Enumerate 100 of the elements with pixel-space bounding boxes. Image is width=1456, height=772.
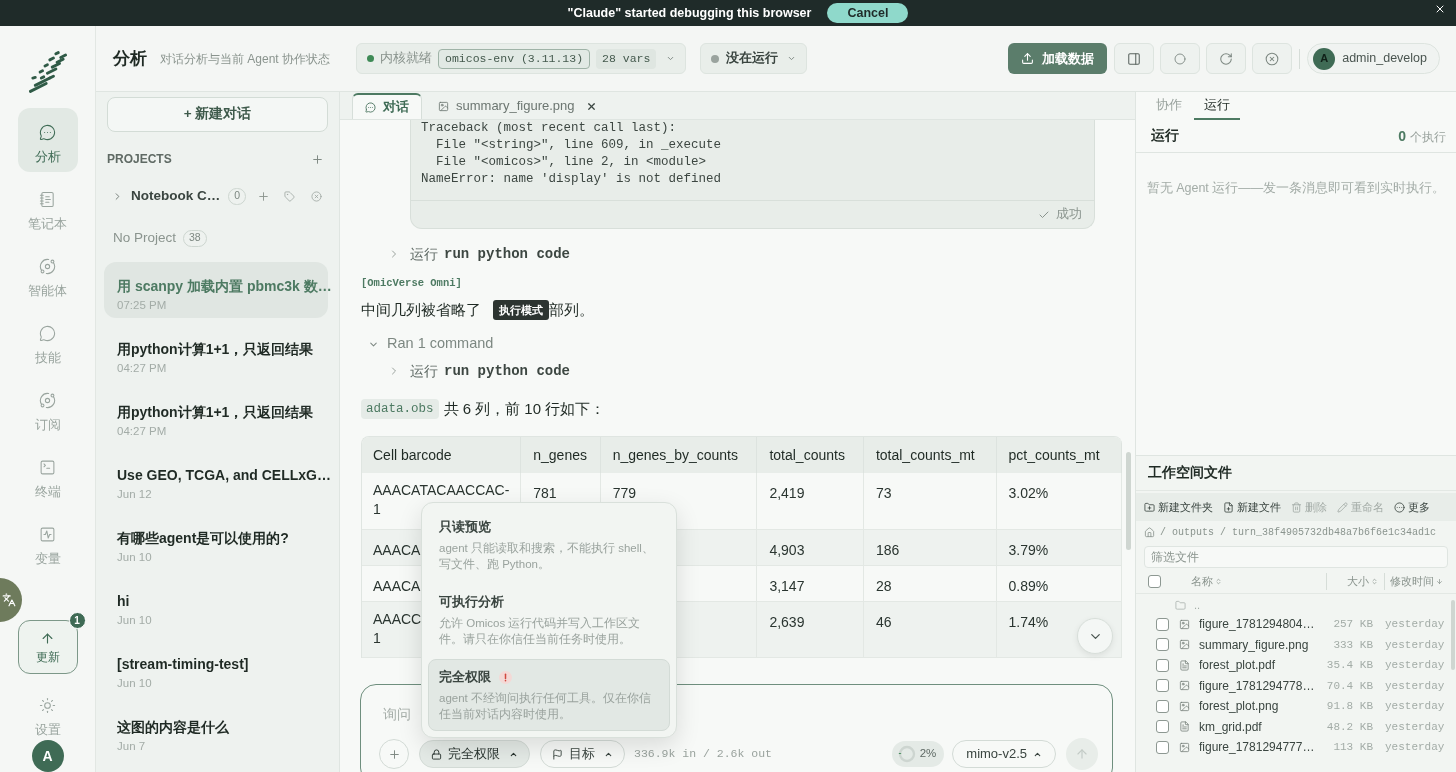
conversation-item[interactable]: 用python计算1+1，只返回结果 04:27 PM (104, 325, 328, 381)
table-cell: 3.79% (1008, 540, 1049, 560)
toolbar-button[interactable]: 更多 (1394, 498, 1430, 516)
flag-icon (552, 748, 563, 760)
select-all-checkbox[interactable] (1148, 575, 1161, 588)
conversation-item[interactable]: [stream-timing-test] Jun 10 (104, 640, 328, 696)
conversation-item[interactable]: hi Jun 10 (104, 577, 328, 633)
file-checkbox[interactable] (1156, 720, 1169, 734)
home-icon[interactable] (1144, 526, 1155, 538)
table-cell: 0.89% (1008, 576, 1049, 596)
message-text: 中间几列被省略了 (361, 299, 481, 320)
add-project-icon[interactable] (311, 152, 324, 166)
table-cell: AAACA (373, 576, 421, 596)
column-header: pct_counts_mt (1008, 447, 1100, 463)
table-cell: 3,147 (769, 576, 805, 596)
close-icon[interactable] (1434, 3, 1446, 15)
toolbar-button[interactable]: 新建文件 (1223, 498, 1281, 516)
page-subtitle: 对话分析与当前 Agent 协作状态 (160, 50, 331, 68)
file-name[interactable]: summary_figure.png (1199, 635, 1319, 654)
translate-icon (2, 593, 16, 607)
close-session-button[interactable] (1252, 43, 1293, 74)
table-cell: 46 (875, 612, 892, 632)
chart-icon (39, 526, 56, 543)
table-cell: 28 (875, 576, 892, 596)
load-data-button[interactable]: 加载数据 (1008, 43, 1108, 74)
column-header: total_counts (769, 447, 845, 463)
add-icon[interactable] (257, 189, 270, 203)
user-menu-button[interactable]: A admin_develop (1307, 43, 1440, 74)
kernel-status-text: 内核就绪 (380, 50, 433, 68)
refresh-button[interactable] (1206, 43, 1247, 74)
editor-tab[interactable]: 对话 (352, 93, 422, 119)
close-icon[interactable] (585, 100, 597, 112)
file-checkbox[interactable] (1156, 740, 1169, 754)
file-checkbox[interactable] (1156, 699, 1169, 713)
file-checkbox[interactable] (1156, 638, 1169, 652)
notebook-icon (39, 191, 56, 208)
file-checkbox[interactable] (1156, 679, 1169, 693)
close-icon (1265, 51, 1280, 66)
folder-plus-icon (1144, 501, 1155, 513)
file-name[interactable]: figure_1781294778… (1199, 676, 1319, 695)
file-plus-icon (1223, 501, 1234, 513)
panel-toggle-button[interactable] (1114, 43, 1155, 74)
file-size: 48.2 KB (1325, 719, 1373, 735)
cancel-button[interactable]: Cancel (827, 3, 909, 23)
column-header: n_genes_by_counts (612, 447, 738, 463)
file-modified: yesterday (1385, 658, 1445, 673)
file-checkbox[interactable] (1156, 658, 1169, 672)
table-cell: 779 (612, 484, 636, 503)
permission-option[interactable]: 完全权限 agent 不经询问执行任何工具。仅在你信任当前对话内容时使用。 (428, 659, 670, 731)
column-header: Cell barcode (373, 447, 452, 463)
conversation-item[interactable]: Use GEO, TCGA, and CELLxG… Jun 12 (104, 451, 328, 507)
document-icon (1179, 721, 1190, 733)
banner-text: "Claude" started debugging this browser (567, 4, 812, 22)
trash-icon (1291, 501, 1302, 513)
file-modified: yesterday (1385, 740, 1445, 755)
file-checkbox[interactable] (1156, 617, 1169, 631)
user-avatar[interactable]: A (31, 740, 64, 772)
scrollbar-thumb (1451, 600, 1455, 670)
table-cell: 4,903 (769, 540, 805, 560)
table-cell: 186 (875, 540, 900, 560)
user-avatar: A (1313, 47, 1336, 70)
permission-option[interactable]: 可执行分析 允许 Omicos 运行代码并写入工作区文件。请只在你信任当前任务时使用。 (428, 584, 670, 656)
chat-bubble-icon (39, 124, 56, 141)
column-header: total_counts_mt (875, 447, 975, 463)
file-modified: yesterday (1385, 678, 1445, 694)
table-cell: AAACC 1 (373, 609, 422, 648)
file-name[interactable]: forest_plot.png (1199, 697, 1319, 716)
panel-tab[interactable]: 运行 (1194, 92, 1240, 120)
chat-bubble-icon (39, 325, 56, 342)
circle-icon (1174, 52, 1187, 65)
notification-badge: 1 (68, 612, 86, 629)
toolbar-button[interactable]: 新建文件夹 (1144, 498, 1213, 516)
page-title: 分析 (113, 47, 147, 70)
kernel-status-bar[interactable]: 内核就绪 omicos-env (3.11.13) 28 vars (356, 43, 687, 74)
file-name[interactable]: forest_plot.pdf (1199, 656, 1319, 675)
file-name[interactable]: figure_1781294804… (1199, 615, 1319, 634)
new-chat-button[interactable]: + 新建对话 (107, 97, 328, 132)
file-size: 333 KB (1332, 637, 1373, 653)
rail-nav-item[interactable]: 分析 (17, 108, 78, 172)
file-name[interactable]: figure_1781294777… (1199, 738, 1319, 757)
environment-chip: omicos-env (3.11.13) (438, 48, 591, 69)
orbit-icon (39, 258, 56, 275)
run-step-toggle[interactable]: 运行 run python code (388, 244, 571, 264)
run-step-toggle[interactable]: 运行 run python code (388, 361, 571, 381)
variable-count-chip: 28 vars (596, 48, 657, 69)
editor-tab[interactable]: summary_figure.png (426, 93, 609, 119)
table-cell: 2,419 (769, 484, 805, 503)
remove-icon[interactable] (311, 190, 322, 202)
conversation-item[interactable]: 这图的内容是什么 Jun 7 (104, 703, 328, 759)
theme-button[interactable] (1160, 43, 1201, 74)
image-icon (438, 100, 449, 112)
permission-mode-button[interactable]: 完全权限 (419, 740, 530, 768)
ran-commands-toggle[interactable]: Ran 1 command (368, 333, 494, 355)
conversation-item[interactable]: 用python计算1+1，只返回结果 04:27 PM (104, 388, 328, 444)
file-name[interactable]: km_grid.pdf (1199, 717, 1319, 736)
run-status-bar[interactable]: 没在运行 (700, 43, 808, 74)
project-name[interactable]: Notebook C… (131, 185, 221, 207)
conversation-item[interactable]: 有哪些agent是可以使用的? Jun 10 (104, 514, 328, 570)
arrow-up-icon (1075, 747, 1089, 761)
filter-field[interactable]: 筛选文件 (1144, 546, 1448, 568)
